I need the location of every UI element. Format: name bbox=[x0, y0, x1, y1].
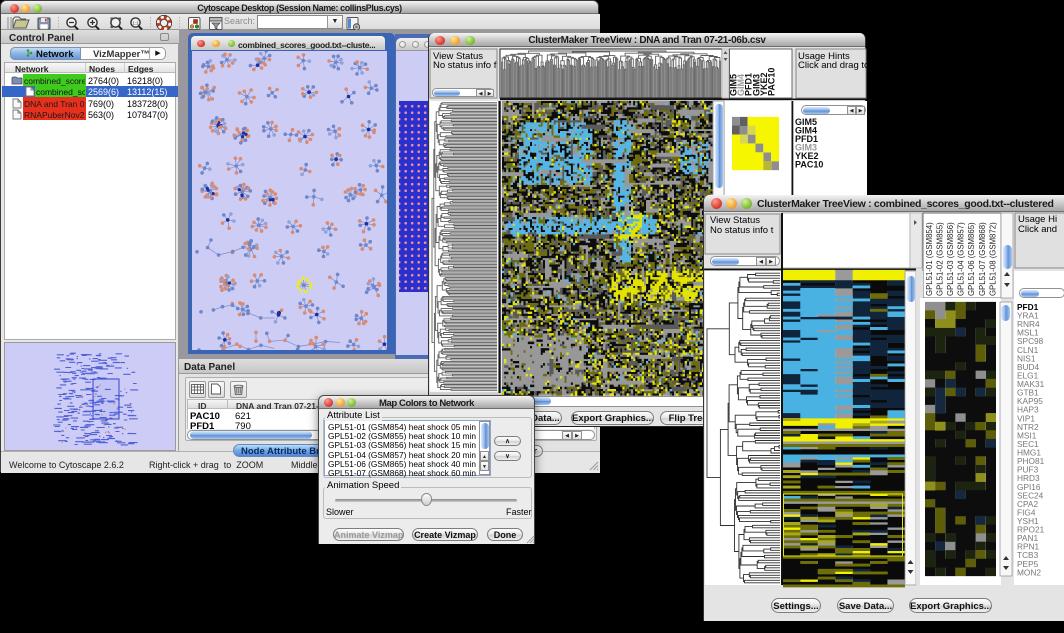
svg-text:1:1: 1:1 bbox=[132, 21, 139, 26]
svg-text:GPL51-04 (GSM857): GPL51-04 (GSM857) bbox=[957, 222, 966, 296]
svg-text:PAC10: PAC10 bbox=[767, 68, 777, 96]
svg-text:PAC10: PAC10 bbox=[795, 160, 823, 170]
svg-text:GPL51-01 (GSM854): GPL51-01 (GSM854) bbox=[925, 222, 934, 296]
svg-text:GPL51-02 (GSM855): GPL51-02 (GSM855) bbox=[936, 222, 945, 296]
svg-text:MON2: MON2 bbox=[1017, 567, 1041, 577]
svg-text:GPL51-08 (GSM872): GPL51-08 (GSM872) bbox=[988, 222, 997, 296]
svg-text:GPL51-03 (GSM856): GPL51-03 (GSM856) bbox=[946, 222, 955, 296]
svg-text:GPL51-06 (GSM865): GPL51-06 (GSM865) bbox=[967, 222, 976, 296]
svg-text:GPL51-07 (GSM868): GPL51-07 (GSM868) bbox=[978, 222, 987, 296]
